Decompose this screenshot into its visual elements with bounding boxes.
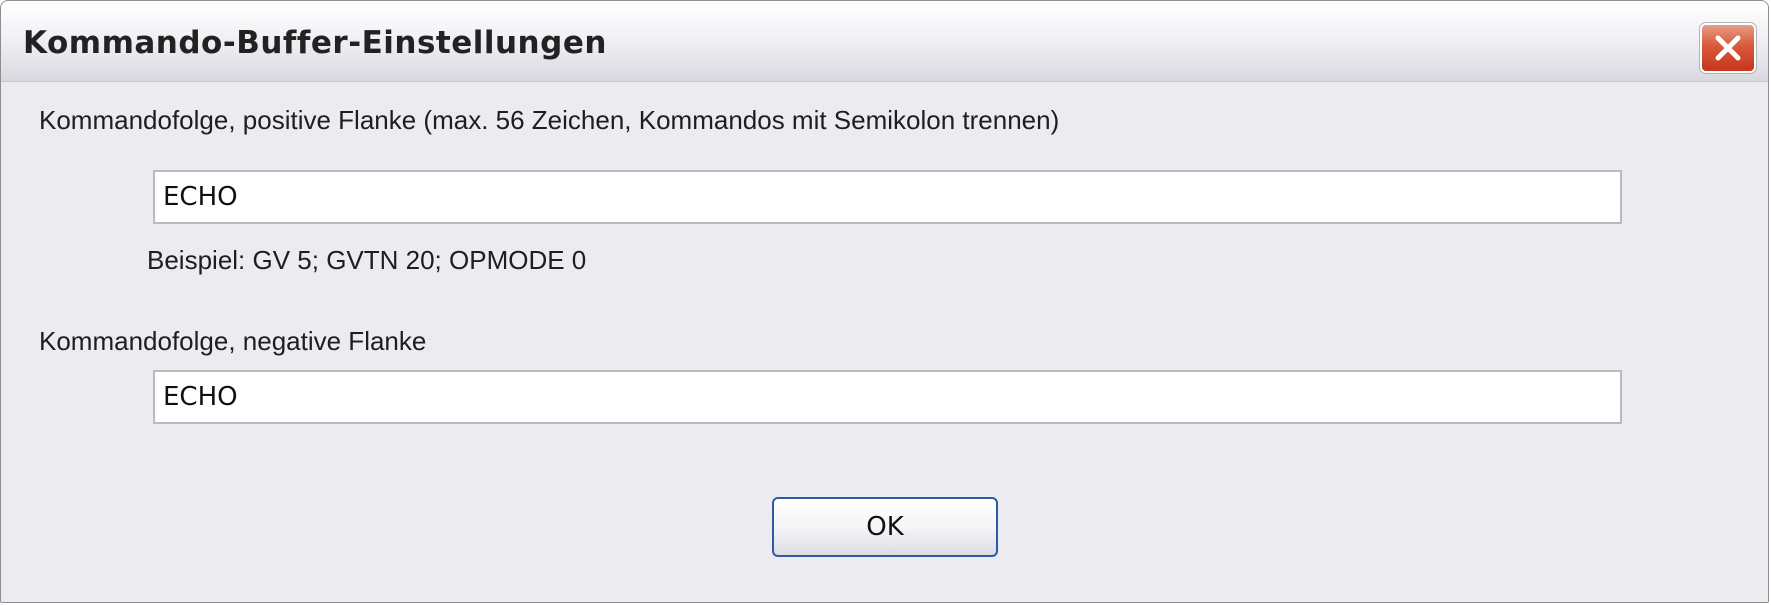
example-text: Beispiel: GV 5; GVTN 20; OPMODE 0 — [147, 245, 587, 275]
dialog-content: Kommandofolge, positive Flanke (max. 56 … — [9, 82, 1760, 594]
positive-edge-input[interactable]: ECHO — [153, 170, 1622, 224]
dialog-title: Kommando-Buffer-Einstellungen — [23, 25, 607, 61]
title-bar[interactable]: Kommando-Buffer-Einstellungen — [1, 1, 1768, 82]
positive-edge-label: Kommandofolge, positive Flanke (max. 56 … — [39, 105, 1060, 135]
dialog-window: Kommando-Buffer-Einstellungen Kommandofo… — [0, 0, 1769, 603]
negative-edge-input[interactable]: ECHO — [153, 370, 1622, 424]
negative-edge-label: Kommandofolge, negative Flanke — [39, 326, 427, 356]
ok-button[interactable]: OK — [772, 497, 998, 557]
close-icon — [1715, 35, 1741, 61]
close-button[interactable] — [1699, 22, 1757, 74]
